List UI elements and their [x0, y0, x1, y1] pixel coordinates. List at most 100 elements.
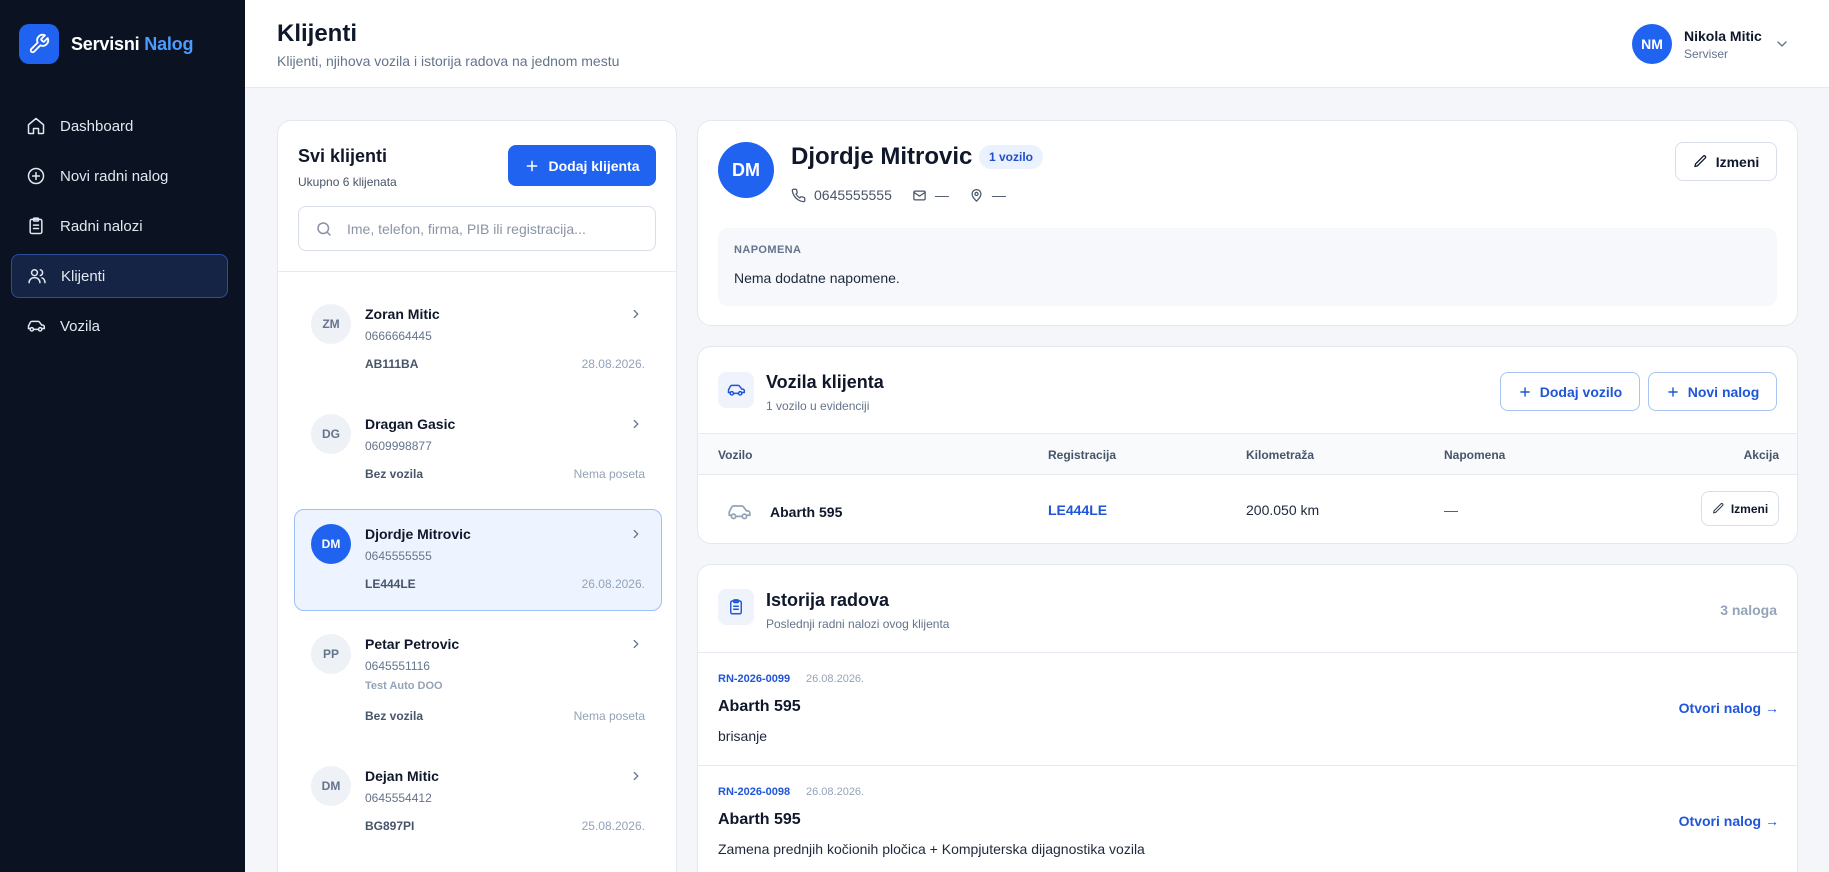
- edit-label: Izmeni: [1715, 153, 1760, 170]
- search-input[interactable]: [347, 220, 637, 237]
- sidebar-nav: Dashboard Novi radni nalog Radni nalozi …: [11, 104, 228, 354]
- plus-icon: [1667, 386, 1678, 397]
- contact-address: —: [969, 187, 1006, 203]
- sidebar-item-vehicles[interactable]: Vozila: [11, 304, 228, 348]
- client-detail-card: DM Djordje Mitrovic 1 vozilo 0645555555 …: [697, 120, 1798, 326]
- column-header-mileage[interactable]: Kilometraža: [1246, 448, 1314, 462]
- client-phone: 0645555555: [365, 549, 432, 563]
- client-company: Test Auto DOO: [365, 680, 443, 692]
- history-subtitle: Poslednji radni nalozi ovog klijenta: [766, 617, 950, 631]
- map-pin-icon: [971, 188, 982, 202]
- client-list: ZM Zoran Mitic 0666664445 AB111BA 28.08.…: [294, 289, 662, 855]
- column-header-action: Akcija: [1743, 448, 1779, 462]
- brand-accent: Nalog: [144, 33, 194, 54]
- sidebar-item-label: Novi radni nalog: [60, 167, 169, 185]
- open-order-link[interactable]: Otvori nalog →: [1679, 700, 1779, 716]
- phone-value: 0645555555: [814, 187, 892, 203]
- sidebar-item-new-order[interactable]: Novi radni nalog: [11, 154, 228, 198]
- page-subtitle: Klijenti, njihova vozila i istorija rado…: [277, 53, 620, 69]
- client-last-visit: Nema poseta: [573, 467, 645, 481]
- clipboard-icon: [29, 217, 43, 235]
- sidebar-item-clients[interactable]: Klijenti: [11, 254, 228, 298]
- client-item[interactable]: DM Dejan Mitic 0645554412 BG897PI 25.08.…: [294, 751, 662, 855]
- client-item[interactable]: DG Dragan Gasic 0609998877 Bez vozila Ne…: [294, 399, 662, 503]
- sidebar-item-label: Vozila: [60, 317, 101, 335]
- chevron-down-icon[interactable]: [1774, 36, 1790, 52]
- mileage-value: 200.050 km: [1246, 502, 1320, 518]
- sidebar: Servisni Nalog Dashboard Novi radni nalo…: [0, 0, 245, 872]
- chevron-right-icon: [633, 639, 639, 649]
- column-header-note[interactable]: Napomena: [1444, 448, 1505, 462]
- vehicles-table-header: Vozilo Registracija Kilometraža Napomena…: [698, 433, 1797, 475]
- user-meta: Nikola Mitic Serviser: [1684, 28, 1762, 61]
- add-vehicle-label: Dodaj vozilo: [1539, 383, 1623, 400]
- avatar: DG: [311, 414, 351, 454]
- add-vehicle-button[interactable]: Dodaj vozilo: [1500, 372, 1640, 411]
- client-item-selected[interactable]: DM Djordje Mitrovic 0645555555 LE444LE 2…: [294, 509, 662, 611]
- vehicles-card: Vozila klijenta 1 vozilo u evidenciji Do…: [697, 346, 1798, 544]
- user-role: Serviser: [1684, 46, 1729, 61]
- avatar: DM: [718, 142, 774, 198]
- search-box[interactable]: [298, 206, 656, 251]
- page-title: Klijenti: [277, 20, 358, 47]
- client-item[interactable]: ZM Zoran Mitic 0666664445 AB111BA 28.08.…: [294, 289, 662, 393]
- sidebar-item-dashboard[interactable]: Dashboard: [11, 104, 228, 148]
- order-number[interactable]: RN-2026-0099: [718, 673, 790, 685]
- order-number[interactable]: RN-2026-0098: [718, 786, 790, 798]
- column-header-vehicle[interactable]: Vozilo: [718, 448, 752, 462]
- order-description: brisanje: [718, 728, 768, 744]
- new-order-label: Novi nalog: [1687, 383, 1760, 400]
- order-vehicle: Abarth 595: [718, 698, 801, 715]
- edit-client-button[interactable]: Izmeni: [1675, 142, 1777, 181]
- order-vehicle: Abarth 595: [718, 811, 801, 828]
- client-note: NAPOMENA Nema dodatne napomene.: [718, 228, 1777, 306]
- car-icon: [718, 372, 754, 408]
- client-phone: 0666664445: [365, 329, 432, 343]
- chevron-right-icon: [633, 529, 639, 539]
- clients-count: Ukupno 6 klijenata: [298, 175, 397, 189]
- order-item[interactable]: RN-2026-0098 26.08.2026. Abarth 595 Zame…: [698, 766, 1797, 872]
- avatar: NM: [1632, 24, 1672, 64]
- avatar: ZM: [311, 304, 351, 344]
- edit-label: Izmeni: [1730, 501, 1769, 516]
- table-row[interactable]: Abarth 595 LE444LE 200.050 km — Izmeni: [698, 475, 1797, 543]
- client-item[interactable]: PP Petar Petrovic 0645551116 Test Auto D…: [294, 619, 662, 743]
- client-name: Dragan Gasic: [365, 416, 456, 432]
- avatar: DM: [311, 524, 351, 564]
- new-order-button[interactable]: Novi nalog: [1648, 372, 1777, 411]
- order-date: 26.08.2026.: [806, 786, 865, 798]
- vehicles-subtitle: 1 vozilo u evidenciji: [766, 399, 870, 413]
- chevron-right-icon: [633, 419, 639, 429]
- email-value: —: [934, 187, 949, 203]
- add-client-button[interactable]: Dodaj klijenta: [508, 145, 656, 186]
- brand[interactable]: Servisni Nalog: [19, 24, 193, 64]
- contact-row: 0645555555 — —: [791, 187, 1026, 203]
- history-title: Istorija radova: [766, 590, 890, 610]
- divider: [278, 271, 676, 272]
- edit-vehicle-button[interactable]: Izmeni: [1701, 491, 1779, 526]
- order-date: 26.08.2026.: [806, 673, 865, 685]
- wrench-icon: [19, 24, 59, 64]
- open-order-link[interactable]: Otvori nalog →: [1679, 813, 1779, 829]
- client-plate: LE444LE: [365, 577, 416, 591]
- pencil-icon: [1693, 155, 1706, 168]
- sidebar-item-work-orders[interactable]: Radni nalozi: [11, 204, 228, 248]
- column-header-registration[interactable]: Registracija: [1048, 448, 1116, 462]
- address-value: —: [991, 187, 1006, 203]
- avatar: PP: [311, 634, 351, 674]
- order-item[interactable]: RN-2026-0099 26.08.2026. Abarth 595 bris…: [698, 653, 1797, 765]
- client-phone: 0645551116: [365, 659, 430, 673]
- plus-icon: [1519, 386, 1530, 397]
- client-name: Zoran Mitic: [365, 306, 440, 322]
- client-last-visit: Nema poseta: [573, 709, 645, 723]
- page-header: Klijenti Klijenti, njihova vozila i isto…: [245, 0, 1829, 88]
- vehicle-note: —: [1444, 502, 1458, 518]
- plus-icon: [527, 160, 538, 171]
- clients-panel-title: Svi klijenti: [298, 146, 388, 166]
- home-icon: [27, 117, 45, 135]
- vehicles-title: Vozila klijenta: [766, 372, 884, 392]
- user-menu[interactable]: NM Nikola Mitic Serviser: [1632, 24, 1790, 64]
- registration-link[interactable]: LE444LE: [1048, 502, 1107, 518]
- contact-phone[interactable]: 0645555555: [791, 187, 892, 203]
- car-icon: [728, 505, 751, 520]
